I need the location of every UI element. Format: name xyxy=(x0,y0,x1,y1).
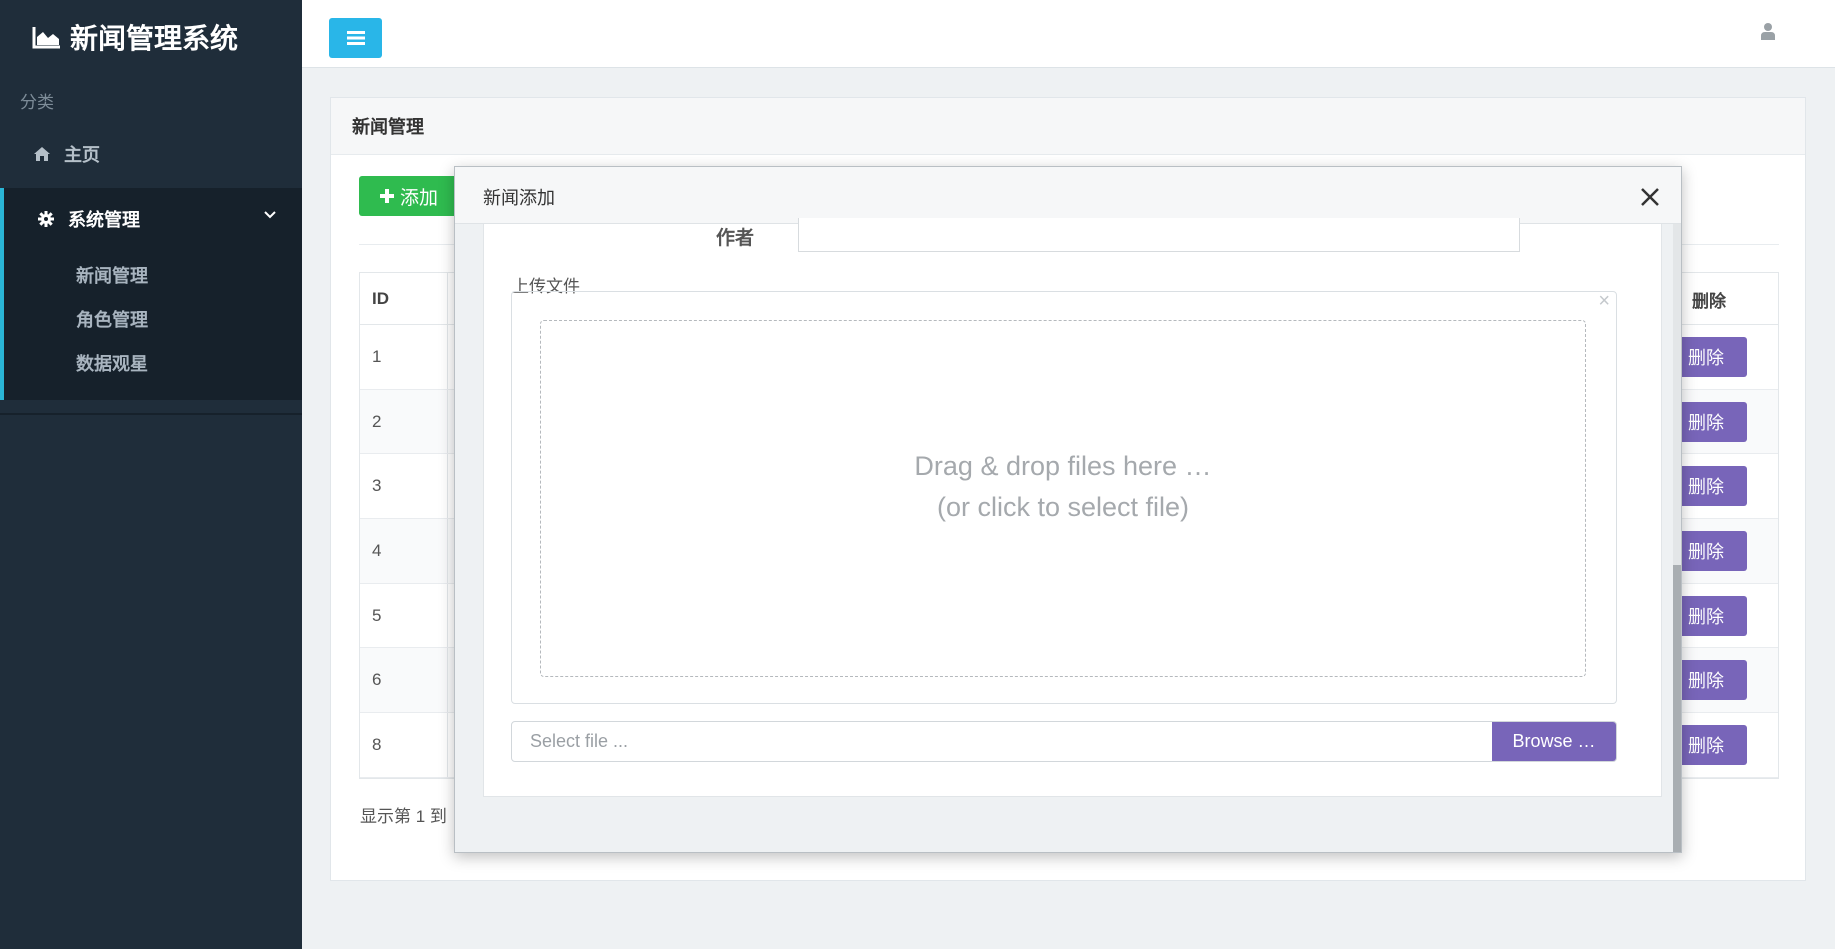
sidebar-item-news[interactable]: 新闻管理 xyxy=(76,262,148,288)
sidebar-item-home[interactable]: 主页 xyxy=(0,136,302,172)
box-title: 新闻管理 xyxy=(331,98,1805,155)
file-caption-input[interactable]: Select file ... xyxy=(512,722,1492,761)
add-news-modal: 新闻添加 作者 上传文件 × Drag & drop files here … … xyxy=(454,166,1682,853)
file-dropzone[interactable]: Drag & drop files here … (or click to se… xyxy=(540,320,1586,677)
sidebar-toggle-button[interactable] xyxy=(329,18,382,58)
author-input[interactable] xyxy=(798,218,1520,252)
area-chart-icon xyxy=(32,27,60,49)
pagination-info: 显示第 1 到 xyxy=(360,807,447,826)
close-icon xyxy=(1641,188,1659,206)
column-header-id[interactable]: ID xyxy=(360,273,448,324)
sidebar-item-roles[interactable]: 角色管理 xyxy=(76,306,148,332)
modal-header: 新闻添加 xyxy=(455,167,1681,224)
row-id: 2 xyxy=(360,389,448,454)
row-id: 3 xyxy=(360,454,448,519)
row-id: 5 xyxy=(360,583,448,648)
user-icon xyxy=(1761,23,1775,40)
brand[interactable]: 新闻管理系统 xyxy=(32,18,238,56)
topbar xyxy=(302,0,1835,68)
sidebar-group-system: 系统管理 新闻管理 角色管理 数据观星 xyxy=(0,188,302,400)
dropzone-line-1: Drag & drop files here … xyxy=(914,450,1212,481)
modal-scroll-thumb[interactable] xyxy=(1673,565,1681,852)
sidebar-item-label: 主页 xyxy=(64,145,100,165)
gear-icon xyxy=(38,211,54,227)
sidebar-divider xyxy=(0,413,302,415)
bars-icon xyxy=(346,31,365,45)
user-menu[interactable] xyxy=(1761,22,1775,45)
upload-panel: × Drag & drop files here … (or click to … xyxy=(511,290,1617,704)
author-label: 作者 xyxy=(716,228,755,249)
modal-title: 新闻添加 xyxy=(483,188,555,208)
row-id: 1 xyxy=(360,325,448,389)
file-select-row: Select file ... Browse … xyxy=(511,721,1617,762)
chevron-down-icon xyxy=(264,211,276,219)
sidebar: 新闻管理系统 分类 主页 系统管理 新闻管理 角色管理 数据观星 xyxy=(0,0,302,949)
add-news-label: 添加 xyxy=(399,187,438,209)
modal-close-button[interactable] xyxy=(1639,186,1661,208)
sidebar-group-toggle[interactable]: 系统管理 xyxy=(4,188,302,250)
row-id: 6 xyxy=(360,648,448,713)
category-label: 分类 xyxy=(20,93,54,112)
home-icon xyxy=(34,147,50,161)
brand-title: 新闻管理系统 xyxy=(70,23,239,54)
column-header-delete: 删除 xyxy=(1692,291,1726,311)
dropzone-line-2: (or click to select file) xyxy=(936,491,1190,522)
sidebar-group-label: 系统管理 xyxy=(68,210,140,230)
row-id: 8 xyxy=(360,713,448,777)
browse-button[interactable]: Browse … xyxy=(1492,722,1616,761)
modal-body: 作者 上传文件 × Drag & drop files here … (or c… xyxy=(483,218,1662,797)
upload-clear-icon[interactable]: × xyxy=(1598,290,1610,313)
add-news-button[interactable]: 添加 xyxy=(359,176,459,216)
sidebar-item-data[interactable]: 数据观星 xyxy=(76,350,148,376)
row-id: 4 xyxy=(360,519,448,583)
plus-icon xyxy=(379,189,394,203)
